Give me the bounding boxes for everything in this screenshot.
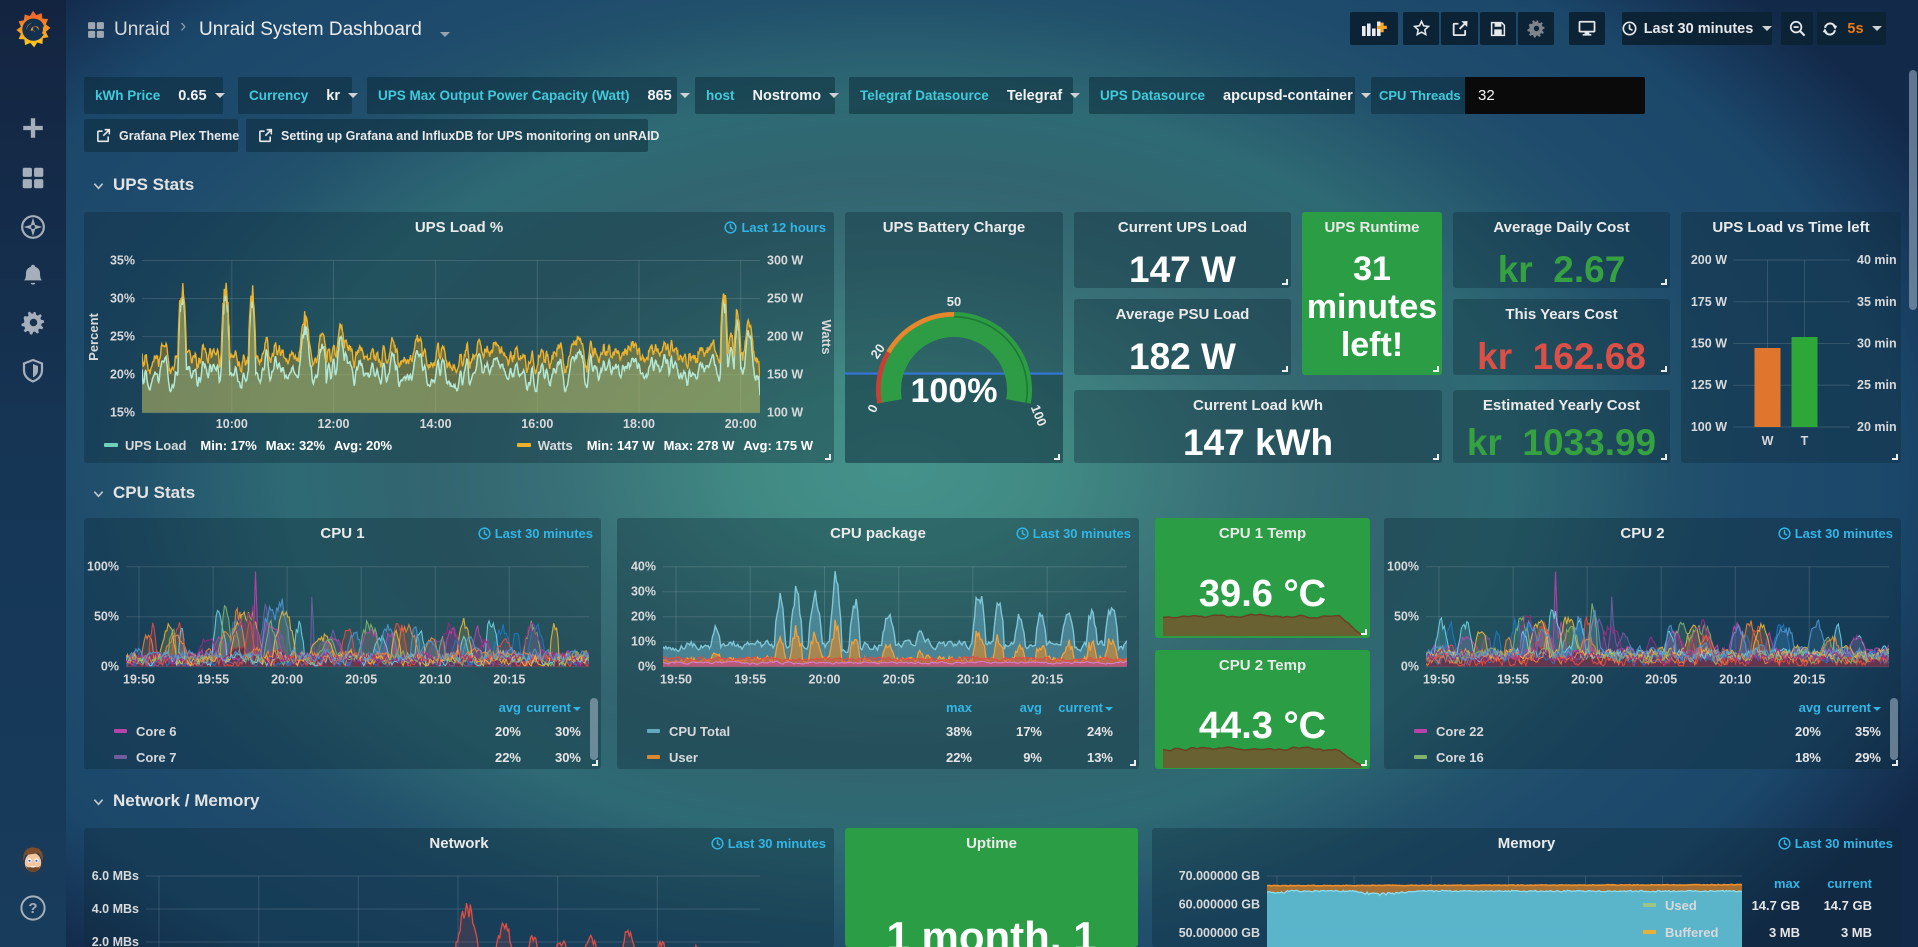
svg-text:20:05: 20:05	[1645, 673, 1677, 687]
svg-text:150 W: 150 W	[767, 368, 803, 382]
svg-text:4.0 MBs: 4.0 MBs	[92, 902, 139, 916]
svg-text:50%: 50%	[94, 610, 119, 624]
svg-text:20:00: 20:00	[1571, 673, 1603, 687]
svg-text:50.000000 GB: 50.000000 GB	[1179, 926, 1260, 940]
svg-text:125 W: 125 W	[1691, 378, 1727, 392]
svg-text:25%: 25%	[110, 330, 135, 344]
svg-text:T: T	[1801, 434, 1809, 448]
svg-text:19:50: 19:50	[1423, 673, 1455, 687]
svg-text:20:10: 20:10	[957, 673, 989, 687]
svg-text:20:10: 20:10	[1719, 673, 1751, 687]
svg-text:200 W: 200 W	[767, 330, 803, 344]
svg-text:0%: 0%	[1401, 660, 1419, 674]
svg-text:W: W	[1762, 434, 1774, 448]
svg-text:14:00: 14:00	[420, 417, 452, 431]
svg-text:16:00: 16:00	[521, 417, 553, 431]
svg-text:50%: 50%	[1394, 610, 1419, 624]
svg-text:15%: 15%	[110, 406, 135, 420]
svg-text:35 min: 35 min	[1857, 295, 1897, 309]
svg-text:60.000000 GB: 60.000000 GB	[1179, 898, 1260, 912]
svg-text:19:50: 19:50	[660, 673, 692, 687]
svg-text:100%: 100%	[911, 372, 998, 410]
svg-text:10%: 10%	[631, 635, 656, 649]
svg-text:250 W: 250 W	[767, 292, 803, 306]
svg-text:20:15: 20:15	[1031, 673, 1063, 687]
svg-text:19:50: 19:50	[123, 673, 155, 687]
svg-text:30%: 30%	[110, 292, 135, 306]
svg-text:70.000000 GB: 70.000000 GB	[1179, 869, 1260, 883]
svg-text:20%: 20%	[631, 610, 656, 624]
svg-text:150 W: 150 W	[1691, 337, 1727, 351]
svg-text:20%: 20%	[110, 368, 135, 382]
svg-text:20:05: 20:05	[345, 673, 377, 687]
svg-text:100%: 100%	[87, 560, 119, 574]
svg-text:300 W: 300 W	[767, 254, 803, 268]
svg-text:40 min: 40 min	[1857, 253, 1897, 267]
svg-text:200 W: 200 W	[1691, 253, 1727, 267]
svg-text:35%: 35%	[110, 254, 135, 268]
svg-text:0%: 0%	[101, 660, 119, 674]
svg-text:20:00: 20:00	[809, 673, 841, 687]
svg-text:100%: 100%	[1387, 560, 1419, 574]
svg-text:175 W: 175 W	[1691, 295, 1727, 309]
svg-text:20:10: 20:10	[419, 673, 451, 687]
svg-text:20:15: 20:15	[493, 673, 525, 687]
svg-text:30 min: 30 min	[1857, 337, 1897, 351]
svg-text:2.0 MBs: 2.0 MBs	[92, 935, 139, 947]
svg-text:18:00: 18:00	[623, 417, 655, 431]
svg-text:19:55: 19:55	[734, 673, 766, 687]
svg-text:Percent: Percent	[86, 312, 101, 360]
svg-text:100 W: 100 W	[767, 406, 803, 420]
svg-text:10:00: 10:00	[216, 417, 248, 431]
svg-text:19:55: 19:55	[1497, 673, 1529, 687]
svg-text:40%: 40%	[631, 560, 656, 574]
svg-text:19:55: 19:55	[197, 673, 229, 687]
svg-text:100 W: 100 W	[1691, 420, 1727, 434]
svg-text:25 min: 25 min	[1857, 378, 1897, 392]
svg-text:50: 50	[947, 294, 961, 309]
svg-text:20 min: 20 min	[1857, 420, 1897, 434]
svg-text:30%: 30%	[631, 585, 656, 599]
svg-text:20:15: 20:15	[1793, 673, 1825, 687]
svg-text:20:00: 20:00	[271, 673, 303, 687]
svg-text:Watts: Watts	[819, 320, 834, 355]
svg-text:6.0 MBs: 6.0 MBs	[92, 869, 139, 883]
svg-text:20:00: 20:00	[725, 417, 757, 431]
svg-text:?: ?	[28, 900, 37, 917]
svg-text:0%: 0%	[638, 660, 656, 674]
svg-text:20:05: 20:05	[883, 673, 915, 687]
svg-text:12:00: 12:00	[318, 417, 350, 431]
